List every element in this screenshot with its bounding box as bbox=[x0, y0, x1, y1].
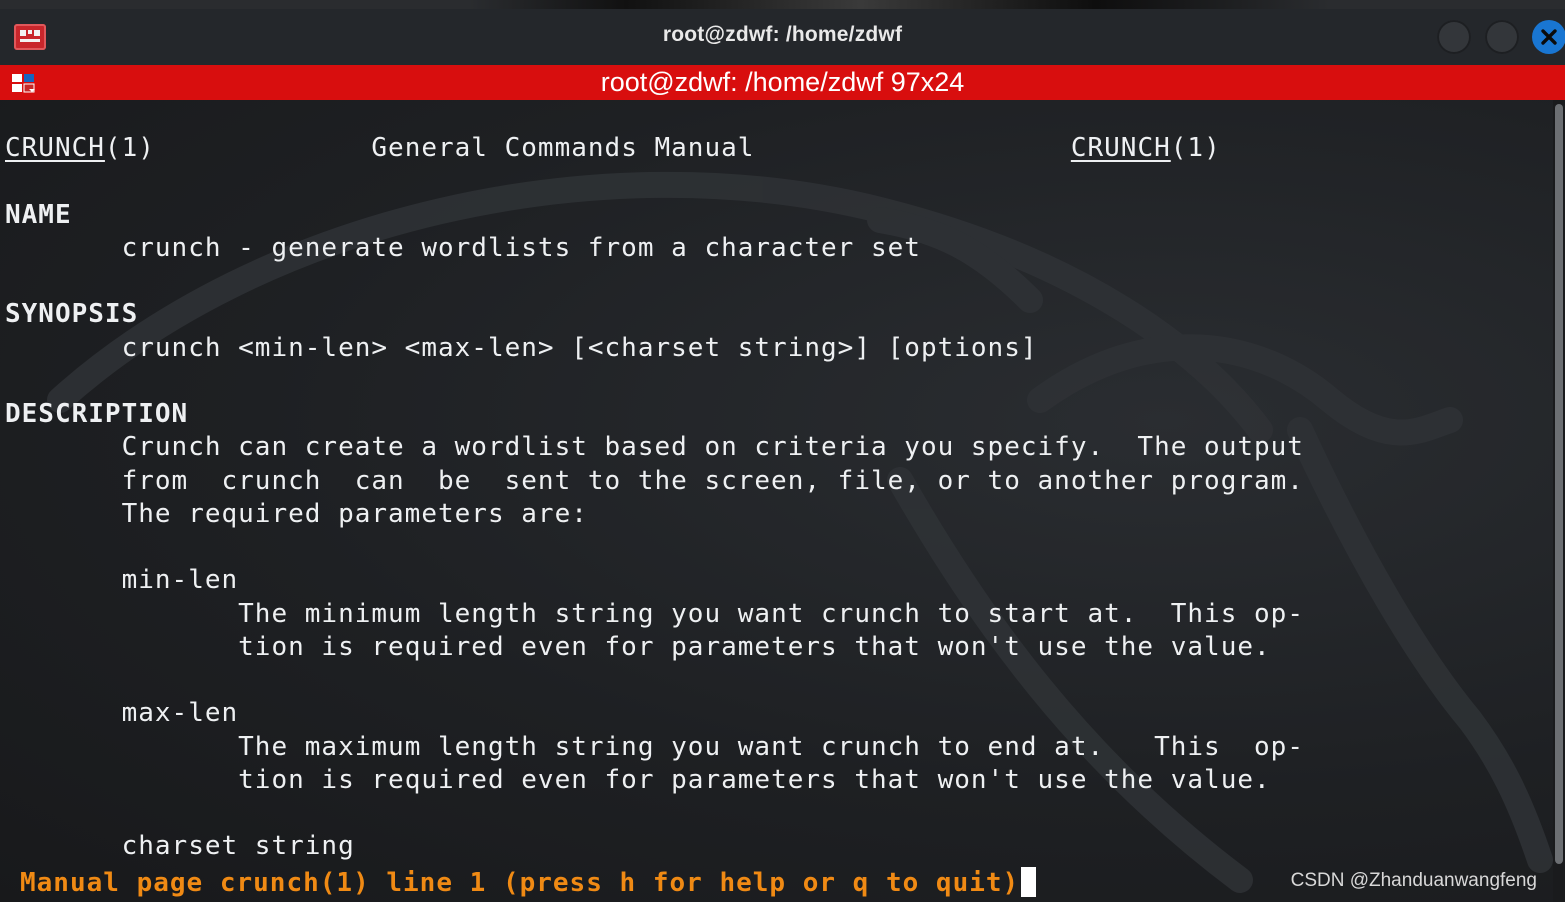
header-center-title: General Commands Manual bbox=[371, 133, 755, 163]
close-button[interactable] bbox=[1532, 20, 1565, 54]
maximize-button[interactable] bbox=[1485, 20, 1519, 54]
csdn-watermark: CSDN @Zhanduanwangfeng bbox=[1290, 870, 1537, 891]
pager-status-text: Manual page crunch(1) line 1 (press h fo… bbox=[20, 868, 1020, 898]
max-len-desc: tion is required even for parameters tha… bbox=[238, 764, 1271, 795]
terminal-scrollbar[interactable] bbox=[1553, 100, 1565, 902]
synopsis-text: crunch <min-len> <max-len> [<charset str… bbox=[121, 332, 1038, 363]
name-text-line: crunch - generate wordlists from a chara… bbox=[5, 232, 1304, 265]
min-len-desc: tion is required even for parameters tha… bbox=[238, 631, 1271, 662]
description-line: The required parameters are: bbox=[5, 498, 1304, 531]
man-page-content: CRUNCH(1) General Commands Manual CRUNCH… bbox=[5, 132, 1304, 864]
pager-status-line: Manual page crunch(1) line 1 (press h fo… bbox=[20, 866, 1037, 900]
header-right-section: (1) bbox=[1170, 133, 1221, 163]
max-len-desc-line: tion is required even for parameters tha… bbox=[5, 764, 1304, 797]
desktop-background-strip bbox=[0, 0, 1565, 9]
min-len-desc-line: tion is required even for parameters tha… bbox=[5, 631, 1304, 664]
description-line: from crunch can be sent to the screen, f… bbox=[5, 465, 1304, 498]
description-text: from crunch can be sent to the screen, f… bbox=[121, 465, 1304, 496]
min-len-term-line: min-len bbox=[5, 564, 1304, 597]
terminal-cursor bbox=[1021, 866, 1037, 897]
man-header-line: CRUNCH(1) General Commands Manual CRUNCH… bbox=[5, 132, 1304, 165]
scrollbar-thumb[interactable] bbox=[1555, 104, 1563, 864]
description-line: Crunch can create a wordlist based on cr… bbox=[5, 431, 1304, 464]
charset-term: charset string bbox=[121, 831, 355, 862]
max-len-desc-line: The maximum length string you want crunc… bbox=[5, 731, 1304, 764]
description-text: The required parameters are: bbox=[121, 498, 588, 529]
close-icon bbox=[1541, 29, 1557, 45]
charset-term-line: charset string bbox=[5, 830, 1304, 863]
min-len-desc: The minimum length string you want crunc… bbox=[238, 598, 1304, 629]
header-left-section: (1) bbox=[104, 133, 155, 163]
max-len-desc: The maximum length string you want crunc… bbox=[238, 731, 1304, 762]
name-text: crunch - generate wordlists from a chara… bbox=[121, 232, 921, 263]
header-right-name[interactable]: CRUNCH bbox=[1071, 133, 1171, 163]
header-left-name[interactable]: CRUNCH bbox=[5, 133, 105, 163]
window-titlebar[interactable]: root@zdwf: /home/zdwf bbox=[0, 9, 1565, 65]
min-len-desc-line: The minimum length string you want crunc… bbox=[5, 598, 1304, 631]
max-len-term: max-len bbox=[121, 698, 239, 729]
terminal-tab-bar[interactable]: root@zdwf: /home/zdwf 97x24 bbox=[0, 65, 1565, 100]
synopsis-heading: SYNOPSIS bbox=[5, 299, 139, 330]
window-title: root@zdwf: /home/zdwf bbox=[662, 23, 903, 46]
name-heading: NAME bbox=[5, 199, 72, 230]
tab-title: root@zdwf: /home/zdwf 97x24 bbox=[600, 67, 965, 97]
synopsis-line: crunch <min-len> <max-len> [<charset str… bbox=[5, 332, 1304, 365]
max-len-term-line: max-len bbox=[5, 697, 1304, 730]
terminal-viewport[interactable]: CRUNCH(1) General Commands Manual CRUNCH… bbox=[0, 100, 1553, 902]
description-text: Crunch can create a wordlist based on cr… bbox=[121, 432, 1304, 463]
description-heading: DESCRIPTION bbox=[5, 399, 189, 429]
min-len-term: min-len bbox=[121, 565, 239, 596]
minimize-button[interactable] bbox=[1437, 20, 1471, 54]
